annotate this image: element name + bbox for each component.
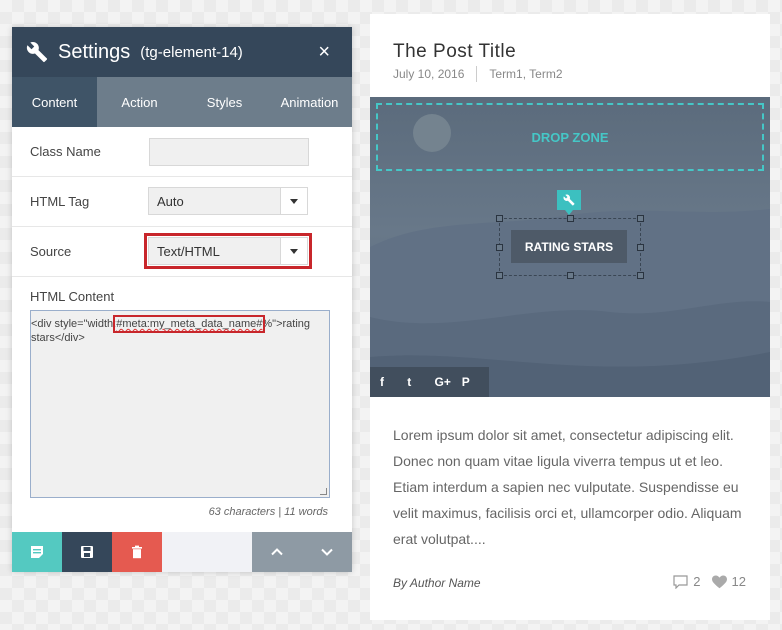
html-tag-value: Auto [157, 193, 184, 209]
resize-handle[interactable] [496, 272, 503, 279]
action-spacer [162, 532, 252, 572]
html-tag-select[interactable]: Auto [148, 187, 308, 215]
code-before: <div style="width: [31, 318, 117, 330]
settings-panel: Settings (tg-element-14) × Content Actio… [12, 27, 352, 572]
html-content-label: HTML Content [30, 289, 115, 304]
post-terms[interactable]: Term1, Term2 [489, 67, 562, 81]
drop-zone[interactable]: DROP ZONE [376, 103, 764, 171]
tab-action[interactable]: Action [97, 77, 182, 127]
code-meta-highlight: #meta:my_meta_data_name# [113, 315, 266, 333]
resize-handle[interactable] [496, 215, 503, 222]
resize-handle[interactable] [637, 215, 644, 222]
like-count: 12 [731, 574, 746, 589]
resize-handle[interactable] [567, 272, 574, 279]
settings-header: Settings (tg-element-14) × [12, 27, 352, 77]
rating-stars-element[interactable]: RATING STARS [511, 230, 627, 263]
close-icon[interactable]: × [318, 42, 330, 62]
tab-animation[interactable]: Animation [267, 77, 352, 127]
settings-tabs: Content Action Styles Animation [12, 77, 352, 127]
note-icon [31, 546, 43, 558]
chevron-down-icon [280, 238, 307, 264]
settings-title: Settings [58, 40, 131, 63]
class-name-row: Class Name [12, 127, 352, 177]
note-button[interactable] [12, 532, 62, 572]
move-up-button[interactable] [252, 532, 302, 572]
post-title[interactable]: The Post Title [393, 41, 516, 63]
html-content-section: HTML Content <div style="width:#meta:my_… [12, 277, 352, 530]
resize-handle[interactable] [567, 215, 574, 222]
source-value: Text/HTML [157, 243, 220, 259]
move-down-button[interactable] [302, 532, 352, 572]
element-settings-button[interactable] [557, 190, 581, 215]
drop-zone-label: DROP ZONE [531, 129, 609, 145]
post-media: DROP ZONE RATING STARS f t G+ P [370, 97, 770, 397]
html-content-code: <div style="width:#meta:my_meta_data_nam… [31, 315, 329, 345]
html-tag-row: HTML Tag Auto [12, 177, 352, 227]
element-id: (tg-element-14) [140, 43, 243, 61]
source-select[interactable]: Text/HTML [144, 233, 312, 269]
google-plus-icon[interactable]: G+ [435, 375, 462, 389]
comment-icon[interactable] [673, 574, 688, 589]
chevron-down-icon [280, 188, 307, 214]
resize-handle[interactable] [320, 488, 327, 495]
post-card: The Post Title July 10, 2016 Term1, Term… [370, 14, 770, 620]
html-content-textarea[interactable]: <div style="width:#meta:my_meta_data_nam… [30, 310, 330, 498]
post-date: July 10, 2016 [393, 67, 465, 81]
resize-handle[interactable] [637, 272, 644, 279]
action-bar [12, 532, 352, 572]
pinterest-icon[interactable]: P [462, 375, 489, 389]
delete-button[interactable] [112, 532, 162, 572]
post-author[interactable]: By Author Name [393, 576, 481, 590]
save-button[interactable] [62, 532, 112, 572]
post-meta: July 10, 2016 Term1, Term2 [393, 66, 563, 82]
chevron-down-icon [321, 548, 333, 556]
class-name-label: Class Name [30, 144, 101, 159]
tab-styles[interactable]: Styles [182, 77, 267, 127]
meta-divider [476, 66, 478, 82]
comment-count: 2 [693, 574, 701, 589]
html-tag-label: HTML Tag [30, 194, 90, 209]
resize-handle[interactable] [496, 244, 503, 251]
wrench-icon [563, 194, 575, 206]
source-label: Source [30, 244, 72, 259]
trash-icon [132, 545, 142, 559]
chevron-up-icon [271, 548, 283, 556]
class-name-input[interactable] [149, 138, 309, 166]
tab-content[interactable]: Content [12, 77, 97, 127]
save-icon [81, 546, 93, 558]
source-row: Source Text/HTML [12, 227, 352, 277]
twitter-icon[interactable]: t [407, 375, 434, 389]
character-counter: 63 characters | 11 words [208, 506, 328, 518]
facebook-icon[interactable]: f [380, 375, 407, 389]
social-share-bar: f t G+ P [370, 367, 489, 397]
wrench-icon [26, 42, 48, 63]
post-excerpt: Lorem ipsum dolor sit amet, consectetur … [393, 427, 742, 547]
post-counts: 2 12 [673, 574, 746, 589]
heart-icon[interactable] [711, 574, 727, 589]
resize-handle[interactable] [637, 244, 644, 251]
